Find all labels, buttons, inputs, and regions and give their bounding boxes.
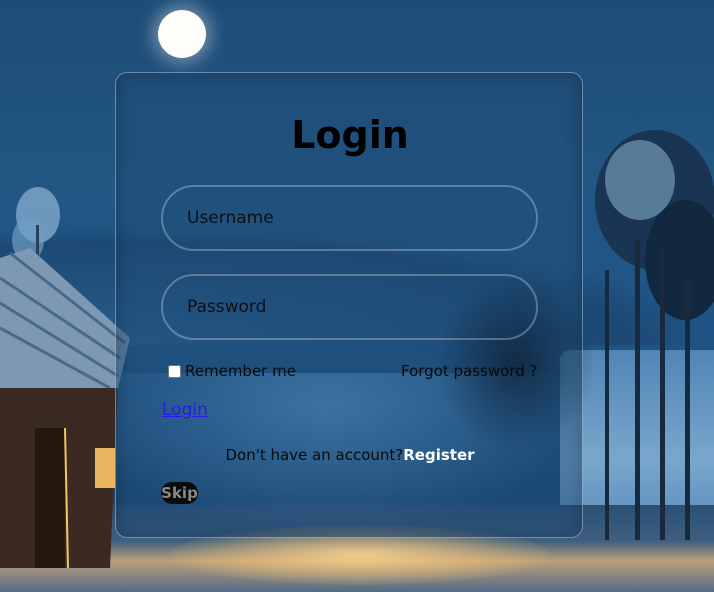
login-card: Login Remember me Forgot password ? Logi… (115, 72, 596, 538)
login-link[interactable]: Login (162, 400, 208, 420)
remember-me-checkbox[interactable] (168, 364, 181, 378)
house-illustration (0, 248, 130, 568)
forgot-password-link[interactable]: Forgot password ? (401, 362, 537, 380)
password-input[interactable] (161, 274, 538, 340)
skip-button[interactable]: Skip (161, 482, 198, 504)
night-background: Login Remember me Forgot password ? Logi… (0, 0, 714, 592)
remember-me-label[interactable]: Remember me (166, 362, 296, 380)
right-trees-illustration (595, 130, 714, 540)
username-input[interactable] (161, 185, 538, 251)
register-prompt: Don't have an account?Register (116, 446, 584, 464)
login-title: Login (291, 113, 409, 157)
remember-me-text: Remember me (185, 362, 296, 380)
moon-image (158, 10, 206, 58)
register-link[interactable]: Register (403, 446, 474, 464)
register-prompt-text: Don't have an account? (225, 446, 404, 464)
